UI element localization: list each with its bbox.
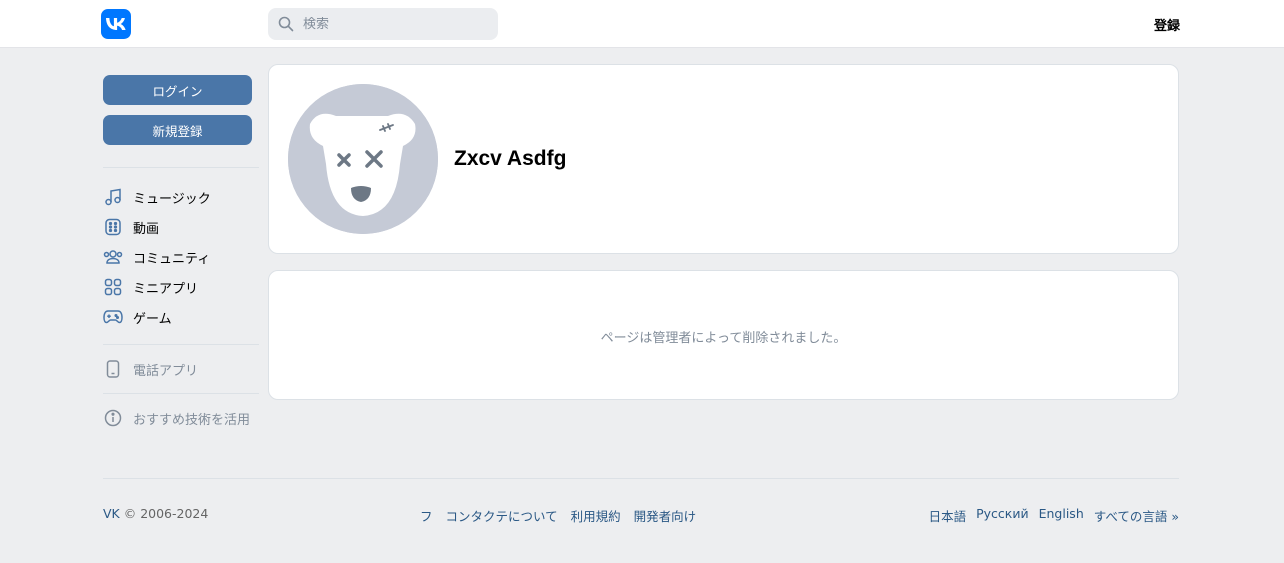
sidebar-item-community[interactable]: コミュニティ [103,242,259,272]
music-icon [103,187,123,207]
sidebar-divider [103,167,259,168]
footer-link-terms[interactable]: 利用規約 [571,506,621,525]
footer-link-developers[interactable]: 開発者向け [634,506,697,525]
gamepad-icon [103,307,123,327]
login-button[interactable]: ログイン [103,75,252,105]
deleted-notice-card: ページは管理者によって削除されました。 [268,270,1179,400]
copyright-text: © 2006-2024 [119,506,209,521]
vk-logo-icon[interactable] [101,9,131,39]
deleted-notice-text: ページは管理者によって削除されました。 [600,331,847,346]
video-icon [103,217,123,237]
header-register-link[interactable]: 登録 [1154,15,1180,34]
footer-brand-link[interactable]: VK [103,506,120,521]
sidebar-item-label: ミニアプリ [133,281,199,297]
profile-name: Zxcv Asdfg [454,147,567,170]
profile-card: Zxcv Asdfg [268,64,1179,254]
sidebar-item-music[interactable]: ミュージック [103,182,259,212]
community-icon [103,247,123,267]
search-box[interactable] [268,8,498,40]
search-icon [278,16,294,32]
sidebar-divider [103,393,259,394]
sidebar-item-mini-apps[interactable]: ミニアプリ [103,272,259,302]
top-header: 登録 [0,0,1284,48]
footer-link-about[interactable]: コンタクテについて [446,506,558,525]
sidebar-item-phone-app[interactable]: 電話アプリ [103,354,259,384]
sidebar-nav: ミュージック 動画 コミュニティ ミニアプリ ゲーム [103,182,259,332]
footer-link[interactable]: フ [420,506,433,525]
sidebar-item-label: ミュージック [133,191,211,207]
sidebar-item-label: 電話アプリ [133,363,199,379]
sidebar-item-recommendations[interactable]: おすすめ技術を活用 [103,403,259,433]
sidebar-item-label: おすすめ技術を活用 [133,412,251,428]
footer-divider [103,478,1179,479]
sidebar-item-label: コミュニティ [133,251,211,267]
left-sidebar: ログイン 新規登録 ミュージック 動画 コミュニティ ミニアプリ ゲーム 電話ア… [103,75,259,433]
mini-apps-icon [103,277,123,297]
language-link-russian[interactable]: Русский [976,506,1028,525]
deleted-dog-avatar-icon [288,84,438,234]
copyright: VK © 2006-2024 [103,506,208,521]
language-links: 日本語 Русский English すべての言語 » [929,506,1179,525]
sidebar-item-video[interactable]: 動画 [103,212,259,242]
language-link-japanese[interactable]: 日本語 [929,506,967,525]
sidebar-divider [103,344,259,345]
footer-links: フ コンタクテについて 利用規約 開発者向け [420,506,696,525]
sidebar-item-label: 動画 [133,221,160,237]
sidebar-item-games[interactable]: ゲーム [103,302,259,332]
language-link-english[interactable]: English [1039,506,1084,525]
search-input[interactable] [303,16,483,32]
info-icon [103,408,123,428]
footer: VK © 2006-2024 フ コンタクテについて 利用規約 開発者向け 日本… [103,506,1179,526]
phone-icon [103,359,123,379]
sidebar-item-label: ゲーム [133,311,172,327]
language-link-all[interactable]: すべての言語 » [1094,506,1179,525]
signup-button[interactable]: 新規登録 [103,115,252,145]
